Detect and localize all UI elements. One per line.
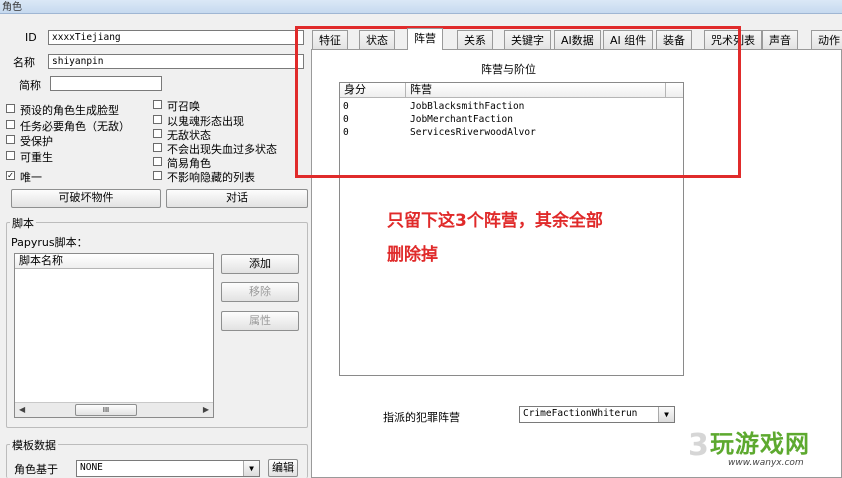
edit-template-button[interactable]: 编辑 (268, 459, 298, 477)
tab-animation[interactable]: 动作 (811, 30, 842, 49)
scroll-thumb[interactable]: III (75, 404, 137, 416)
checkbox[interactable] (6, 151, 15, 160)
tab-sounds[interactable]: 声音 (762, 30, 798, 49)
tab-factions[interactable]: 阵营 (407, 28, 443, 50)
checkbox[interactable] (153, 100, 162, 109)
script-properties-button[interactable]: 属性 (221, 311, 299, 331)
chevron-down-icon[interactable]: ▼ (243, 461, 259, 476)
scripts-group-title: 脚本 (10, 215, 36, 231)
dialogue-button[interactable]: 对话 (166, 189, 308, 208)
watermark-site-url: www.wanyx.com (728, 458, 804, 468)
crime-faction-label: 指派的犯罪阵营 (383, 411, 460, 424)
title-bar: 角色 (0, 0, 842, 14)
flag-label: 预设的角色生成脸型 (20, 104, 119, 117)
checkbox[interactable] (153, 157, 162, 166)
based-on-select[interactable]: NONE ▼ (76, 460, 260, 477)
select-value: NONE (80, 462, 103, 473)
id-field[interactable]: xxxxTiejiang (48, 30, 304, 45)
chevron-down-icon[interactable]: ▼ (658, 407, 674, 422)
flag-label: 可重生 (20, 151, 53, 164)
highlight-box (295, 26, 741, 178)
papyrus-label: Papyrus脚本： (11, 236, 88, 249)
window-title: 角色 (2, 2, 22, 13)
flag-label: 可召唤 (167, 100, 200, 113)
site-watermark-logo: 玩游戏网 www.wanyx.com (700, 422, 842, 478)
template-group-title: 模板数据 (10, 437, 58, 453)
crime-faction-select[interactable]: CrimeFactionWhiterun ▼ (519, 406, 675, 423)
based-on-label: 角色基于 (14, 463, 58, 476)
flag-label: 唯一 (20, 171, 42, 184)
flag-label: 不影响隐藏的列表 (167, 171, 255, 184)
scroll-left-icon[interactable]: ◀ (19, 405, 25, 414)
checkbox[interactable] (6, 120, 15, 129)
horizontal-scrollbar[interactable]: ◀ III ▶ (15, 402, 213, 417)
short-name-label: 简称 (19, 79, 41, 92)
checkbox[interactable] (6, 104, 15, 113)
short-name-field[interactable] (50, 76, 162, 91)
id-label: ID (25, 31, 37, 44)
annotation-line-1: 只留下这3个阵营，其余全部 (387, 211, 603, 231)
checkbox[interactable] (153, 129, 162, 138)
annotation-line-2: 删除掉 (387, 245, 438, 265)
flag-label: 任务必要角色（无敌） (20, 120, 130, 133)
select-value: CrimeFactionWhiterun (523, 408, 638, 419)
checkbox[interactable] (153, 143, 162, 152)
flag-label: 受保护 (20, 135, 53, 148)
checkbox[interactable] (153, 115, 162, 124)
name-field[interactable]: shiyanpin (48, 54, 304, 69)
destructible-button[interactable]: 可破坏物件 (11, 189, 161, 208)
name-label: 名称 (13, 56, 35, 69)
scripts-list[interactable]: 脚本名称 ◀ III ▶ (14, 253, 214, 418)
column-header-script-name[interactable]: 脚本名称 (15, 254, 213, 269)
checkbox[interactable]: ✓ (6, 171, 15, 180)
checkbox[interactable] (6, 135, 15, 144)
remove-script-button[interactable]: 移除 (221, 282, 299, 302)
scroll-right-icon[interactable]: ▶ (203, 405, 209, 414)
checkbox[interactable] (153, 171, 162, 180)
watermark-site-name: 玩游戏网 (710, 430, 810, 458)
add-script-button[interactable]: 添加 (221, 254, 299, 274)
